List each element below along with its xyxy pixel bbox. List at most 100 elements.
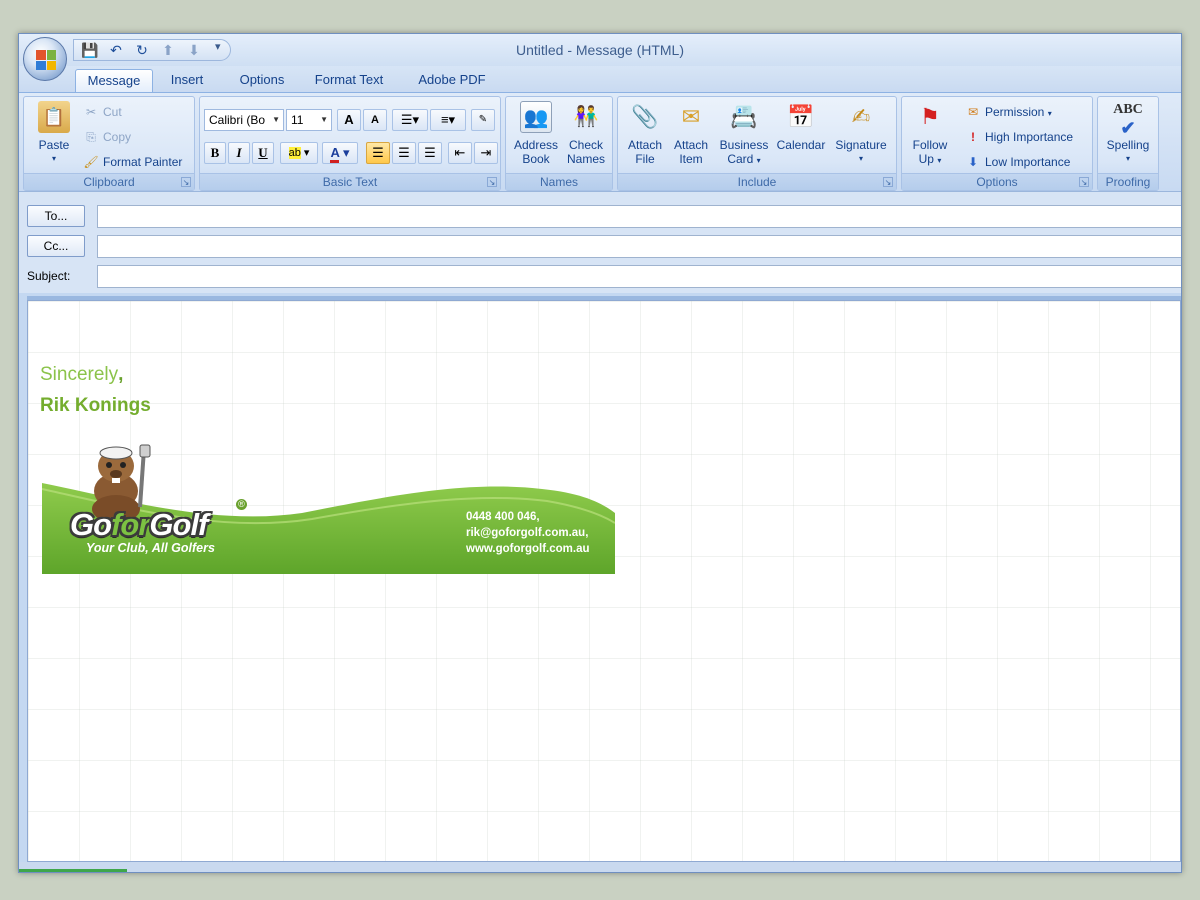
- message-headers: To... Cc... Subject:: [19, 192, 1181, 293]
- ribbon-tabs: Message Insert Options Format Text Adobe…: [19, 66, 1181, 92]
- copy-icon: ⎘: [86, 130, 96, 144]
- signature-button[interactable]: ✍ Signature ▾: [830, 101, 892, 166]
- down-arrow-icon[interactable]: ⬇: [184, 40, 204, 60]
- business-card-label-1: Business: [719, 138, 769, 152]
- follow-up-dropdown-icon: ▾: [937, 156, 942, 165]
- signature-phone: 0448 400 046,: [466, 511, 540, 523]
- attach-file-button[interactable]: 📎 Attach File: [620, 101, 670, 166]
- basic-text-launcher-icon[interactable]: ↘: [487, 177, 497, 187]
- align-center-icon: ☰: [398, 145, 410, 160]
- check-names-button[interactable]: 👫 Check Names: [560, 101, 612, 166]
- grow-font-button[interactable]: A: [337, 109, 361, 131]
- message-window: Untitled - Message (HTML) 💾 ↶ ↻ ⬆ ⬇ ▾ Me…: [18, 33, 1182, 873]
- up-arrow-icon[interactable]: ⬆: [158, 40, 178, 60]
- styles-button[interactable]: ✎: [471, 109, 495, 131]
- copy-button[interactable]: ⎘ Copy: [82, 127, 131, 147]
- message-body[interactable]: Sincerely, Rik Konings GoforGolf ® Your …: [27, 300, 1181, 862]
- quick-access-toolbar: 💾 ↶ ↻ ⬆ ⬇: [73, 39, 231, 61]
- ribbon: 📋 Paste ▾ ✂ Cut ⎘ Copy 🖌 Format Painter Cli…: [19, 92, 1181, 192]
- font-size-box[interactable]: 11 ▼: [286, 109, 332, 131]
- align-right-icon: ☰: [424, 145, 436, 160]
- signature-email[interactable]: rik@goforgolf.com.au,: [466, 525, 590, 541]
- high-importance-button[interactable]: ! High Importance: [964, 127, 1073, 147]
- closing-text: Sincerely,: [40, 364, 123, 386]
- address-book-label-1: Address: [513, 138, 559, 152]
- increase-indent-button[interactable]: ⇥: [474, 142, 498, 164]
- goforgolf-logo: GoforGolf: [70, 507, 208, 543]
- spelling-button[interactable]: ABC ✔ Spelling ▾: [1100, 101, 1156, 166]
- to-field[interactable]: [97, 205, 1181, 228]
- options-launcher-icon[interactable]: ↘: [1079, 177, 1089, 187]
- calendar-icon: 📅: [787, 104, 815, 129]
- options-group: ⚑ Follow Up ▾ ✉ Permission ▾ ! High Import…: [901, 96, 1093, 191]
- copy-label: Copy: [103, 130, 132, 144]
- align-center-button[interactable]: ☰: [392, 142, 416, 164]
- signature-banner: GoforGolf ® Your Club, All Golfers 0448 …: [41, 441, 616, 574]
- office-logo-icon: [36, 50, 56, 70]
- low-importance-label: Low Importance: [985, 155, 1071, 169]
- include-launcher-icon[interactable]: ↘: [883, 177, 893, 187]
- follow-up-label-2: Up: [918, 152, 934, 166]
- undo-icon[interactable]: ↶: [106, 40, 126, 60]
- to-button[interactable]: To...: [27, 205, 85, 227]
- signature-contact: 0448 400 046, rik@goforgolf.com.au, www.…: [466, 509, 590, 557]
- customize-qat-button[interactable]: ▾: [215, 40, 221, 53]
- paste-dropdown-icon: ▾: [51, 154, 56, 163]
- format-painter-button[interactable]: 🖌 Format Painter: [82, 152, 182, 172]
- tab-adobe-pdf[interactable]: Adobe PDF: [407, 69, 497, 92]
- underline-icon: U: [258, 145, 268, 160]
- business-card-dropdown-icon: ▾: [756, 156, 761, 165]
- tab-format-text[interactable]: Format Text: [307, 69, 391, 92]
- redo-icon[interactable]: ↻: [132, 40, 152, 60]
- increase-indent-icon: ⇥: [480, 145, 492, 160]
- attach-item-button[interactable]: ✉ Attach Item: [666, 101, 716, 166]
- cc-field[interactable]: [97, 235, 1181, 258]
- font-color-button[interactable]: A ▾: [322, 142, 358, 164]
- calendar-label: Calendar: [776, 138, 826, 152]
- basic-text-group-label: Basic Text: [200, 173, 500, 190]
- signature-website[interactable]: www.goforgolf.com.au: [466, 541, 590, 557]
- tab-message[interactable]: Message: [75, 69, 153, 92]
- tab-options[interactable]: Options: [227, 69, 297, 92]
- high-importance-label: High Importance: [985, 130, 1074, 144]
- permission-envelope-icon: ✉: [967, 105, 979, 119]
- permission-button[interactable]: ✉ Permission ▾: [964, 102, 1052, 122]
- save-icon[interactable]: 💾: [80, 40, 100, 60]
- attach-file-label-1: Attach: [627, 138, 663, 152]
- signature-label: Signature: [835, 138, 887, 152]
- include-group: 📎 Attach File ✉ Attach Item 📇 Business C…: [617, 96, 897, 191]
- font-color-icon: A: [330, 145, 340, 163]
- address-book-button[interactable]: 👥 Address Book: [508, 101, 564, 166]
- tab-insert[interactable]: Insert: [159, 69, 215, 92]
- business-card-button[interactable]: 📇 Business Card ▾: [716, 101, 772, 168]
- low-importance-button[interactable]: ⬇ Low Importance: [964, 152, 1070, 172]
- align-right-button[interactable]: ☰: [418, 142, 442, 164]
- align-left-button[interactable]: ☰: [366, 142, 390, 164]
- shrink-font-icon: A: [371, 114, 379, 126]
- font-name-box[interactable]: Calibri (Bo ▼: [204, 109, 284, 131]
- calendar-button[interactable]: 📅 Calendar: [772, 101, 830, 152]
- italic-button[interactable]: I: [228, 142, 250, 164]
- paste-button[interactable]: 📋 Paste ▾: [30, 101, 78, 166]
- spelling-abc-text: ABC: [1113, 102, 1143, 117]
- permission-label: Permission: [985, 105, 1045, 119]
- clipboard-group: 📋 Paste ▾ ✂ Cut ⎘ Copy 🖌 Format Painter Cli…: [23, 96, 195, 191]
- numbering-button[interactable]: ≡▾: [430, 109, 466, 131]
- format-painter-label: Format Painter: [103, 155, 183, 169]
- font-name-dropdown-icon: ▼: [272, 115, 280, 124]
- business-card-label-2: Card: [727, 152, 754, 166]
- office-button[interactable]: [23, 37, 67, 81]
- decrease-indent-button[interactable]: ⇤: [448, 142, 472, 164]
- shrink-font-button[interactable]: A: [363, 109, 387, 131]
- clipboard-launcher-icon[interactable]: ↘: [181, 177, 191, 187]
- numbering-icon: ≡▾: [440, 112, 456, 127]
- highlight-button[interactable]: ab ▾: [280, 142, 318, 164]
- bullets-button[interactable]: ☰▾: [392, 109, 428, 131]
- cut-button[interactable]: ✂ Cut: [82, 102, 122, 122]
- signature-dropdown-icon: ▾: [858, 154, 863, 163]
- cc-button[interactable]: Cc...: [27, 235, 85, 257]
- bold-button[interactable]: B: [204, 142, 226, 164]
- underline-button[interactable]: U: [252, 142, 274, 164]
- subject-field[interactable]: [97, 265, 1181, 288]
- follow-up-button[interactable]: ⚑ Follow Up ▾: [904, 101, 956, 168]
